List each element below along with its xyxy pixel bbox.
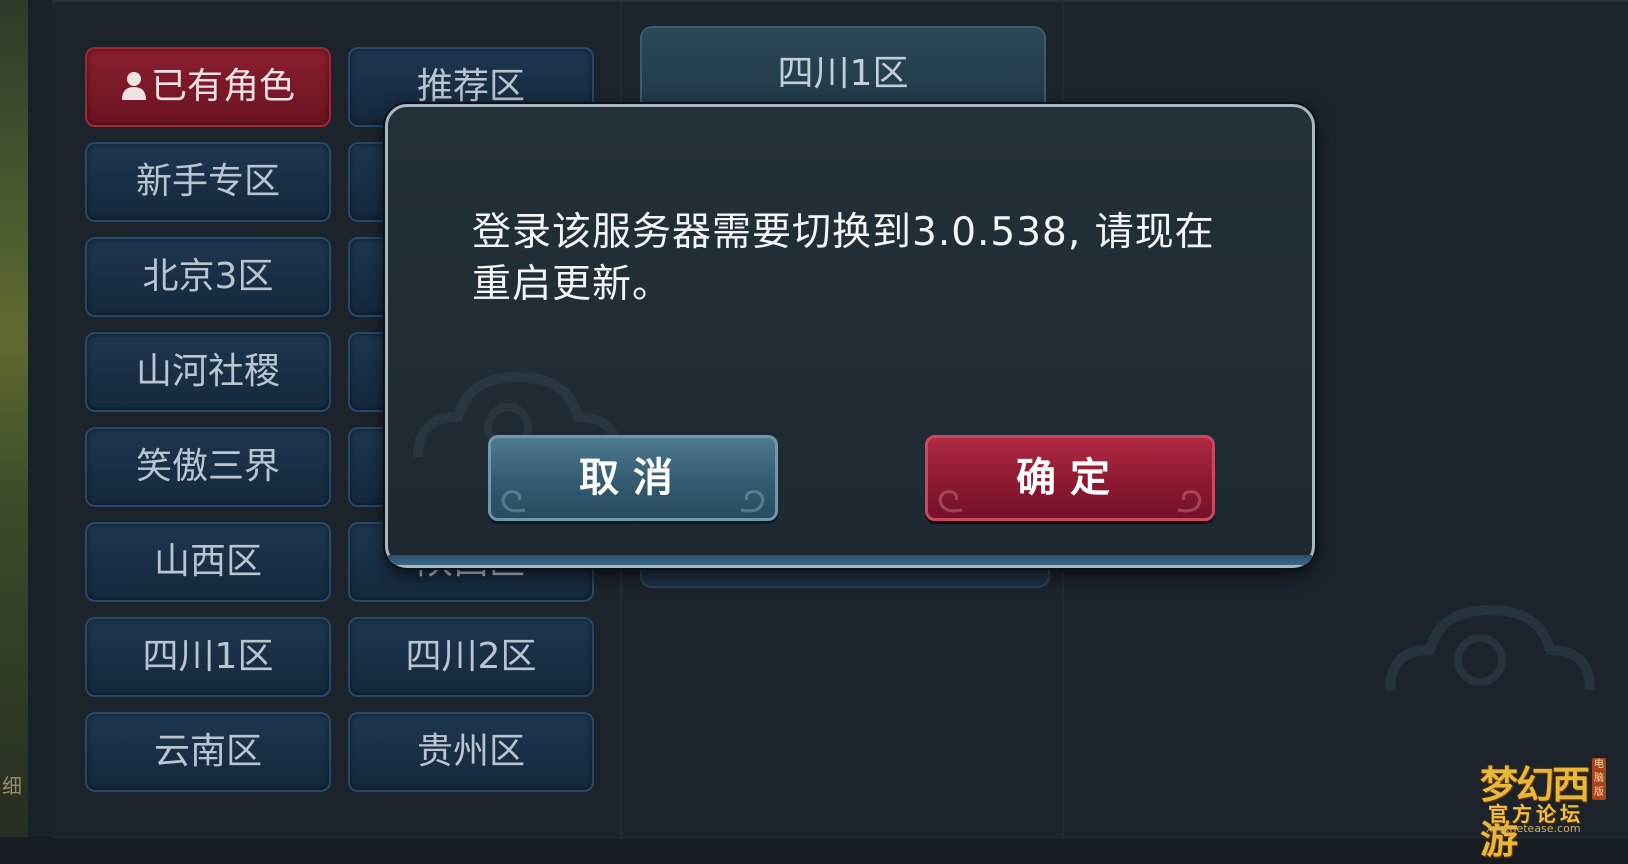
- server-button-label: 四川2区: [405, 636, 537, 677]
- confirm-button[interactable]: 确定: [925, 435, 1215, 521]
- server-button-label: 新手专区: [135, 161, 280, 202]
- cancel-button-label: 取消: [579, 455, 687, 501]
- dialog-message: 登录该服务器需要切换到3.0.538, 请现在重启更新。: [472, 210, 1215, 307]
- swirl-icon: [501, 490, 526, 513]
- server-button-label: 山河社稷: [135, 351, 280, 392]
- map-edge-text: 细: [2, 774, 22, 798]
- map-background-edge: 细: [0, 0, 30, 837]
- server-button-label: 笑傲三界: [135, 446, 280, 487]
- server-button[interactable]: 山河社稷: [85, 332, 331, 412]
- swirl-icon: [740, 490, 765, 513]
- logo-tag: 电脑版: [1592, 758, 1606, 800]
- server-button[interactable]: 四川2区: [348, 617, 594, 697]
- confirm-button-label: 确定: [1016, 455, 1124, 501]
- server-button[interactable]: 北京3区: [85, 237, 331, 317]
- server-button[interactable]: 山西区: [85, 522, 331, 602]
- server-button-label: 云南区: [153, 731, 262, 772]
- swirl-icon: [938, 490, 963, 513]
- server-button-label: 贵州区: [416, 731, 525, 772]
- cancel-button[interactable]: 取消: [488, 435, 778, 521]
- server-button-label: 北京3区: [142, 256, 274, 297]
- server-button-label: 山西区: [153, 541, 262, 582]
- server-button[interactable]: 已有角色: [85, 47, 331, 127]
- server-button-label: 已有角色: [150, 66, 295, 107]
- logo-url: xyq.netease.com: [1486, 822, 1581, 835]
- server-button[interactable]: 四川1区: [85, 617, 331, 697]
- server-button[interactable]: 贵州区: [348, 712, 594, 792]
- game-logo-watermark: 梦幻西游 电脑版 官方论坛 xyq.netease.com: [1480, 754, 1620, 862]
- swirl-icon: [1177, 490, 1202, 513]
- server-button[interactable]: 云南区: [85, 712, 331, 792]
- server-button[interactable]: 新手专区: [85, 142, 331, 222]
- server-button-label: 四川1区: [142, 636, 274, 677]
- cloud-decoration-icon: [1385, 604, 1595, 691]
- server-button[interactable]: 笑傲三界: [85, 427, 331, 507]
- person-icon: [121, 72, 146, 100]
- server-button-label: 推荐区: [416, 66, 525, 107]
- dialog-bottom-edge: [388, 555, 1312, 565]
- update-dialog: 登录该服务器需要切换到3.0.538, 请现在重启更新。 取消 确定: [385, 104, 1315, 568]
